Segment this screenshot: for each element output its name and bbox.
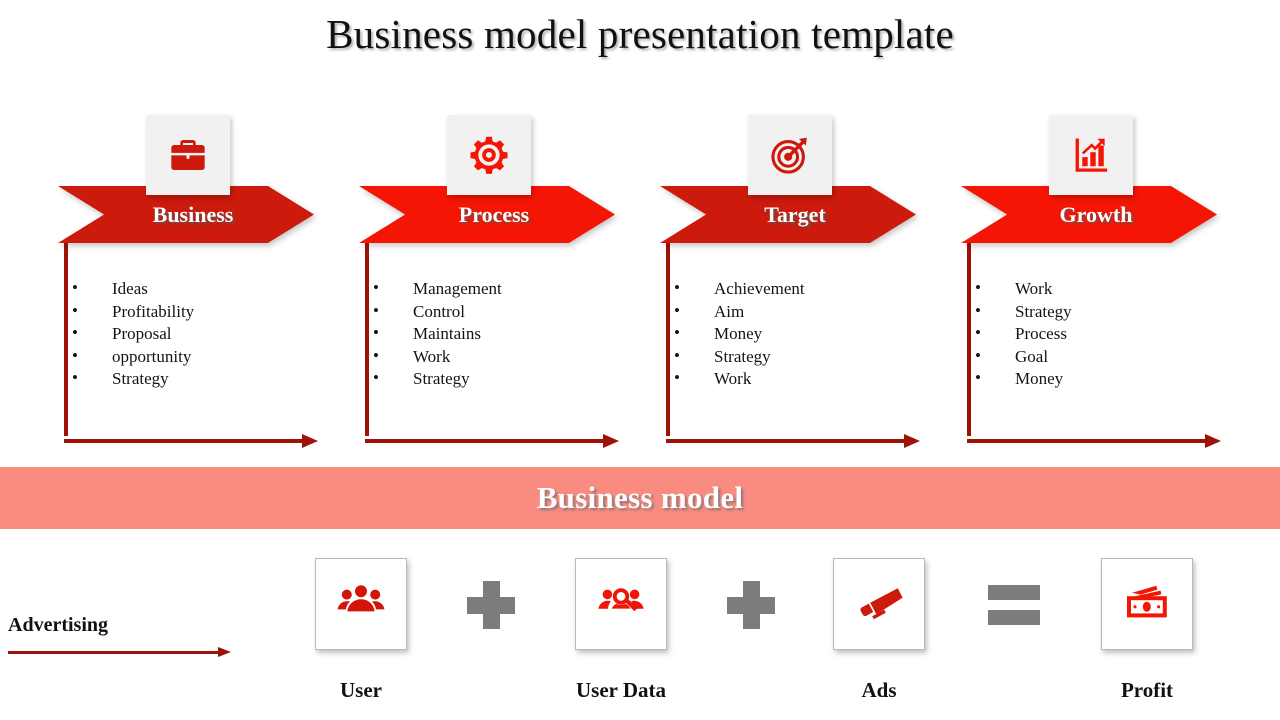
operator-plus-2 xyxy=(711,529,791,629)
process-steps: Business Ideas Profitability Proposal op… xyxy=(0,0,1280,462)
equation-item-profit[interactable]: Profit xyxy=(1097,529,1197,703)
slide: Business model presentation template Bus… xyxy=(0,0,1280,720)
step-target[interactable]: Target Achievement Aim Money Strategy Wo… xyxy=(660,0,962,462)
business-model-banner: Business model xyxy=(0,467,1280,529)
bracket-business xyxy=(64,243,320,448)
equals-icon xyxy=(988,585,1040,625)
equation-item-label: User xyxy=(340,678,382,702)
equation-item-ads[interactable]: Ads xyxy=(829,529,929,703)
bar-chart-growth-icon xyxy=(1049,115,1133,195)
bracket-process xyxy=(365,243,621,448)
equation-item-user[interactable]: User xyxy=(311,529,411,703)
user-search-icon xyxy=(575,558,667,650)
megaphone-icon xyxy=(833,558,925,650)
bracket-target xyxy=(666,243,922,448)
step-process[interactable]: Process Management Control Maintains Wor… xyxy=(359,0,661,462)
users-group-icon xyxy=(315,558,407,650)
equation-item-label: User Data xyxy=(575,678,666,702)
bracket-growth xyxy=(967,243,1223,448)
advertising-block: Advertising xyxy=(8,614,238,657)
plus-icon xyxy=(727,581,775,629)
banner-title: Business model xyxy=(536,480,744,515)
advertising-label: Advertising xyxy=(8,614,108,636)
operator-plus-1 xyxy=(451,529,531,629)
banknote-icon xyxy=(1101,558,1193,650)
equation-item-label: Profit xyxy=(1120,678,1174,702)
operator-equals xyxy=(974,529,1054,625)
plus-icon xyxy=(467,581,515,629)
advertising-arrow-icon xyxy=(8,647,231,657)
equation-item-user-data[interactable]: User Data xyxy=(571,529,671,703)
step-business[interactable]: Business Ideas Profitability Proposal op… xyxy=(58,0,360,462)
gear-icon xyxy=(447,115,531,195)
target-arrow-icon xyxy=(748,115,832,195)
equation-item-label: Ads xyxy=(861,678,897,702)
business-model-equation: Advertising User User Data Ads Profit xyxy=(0,529,1280,720)
briefcase-icon xyxy=(146,115,230,195)
step-growth[interactable]: Growth Work Strategy Process Goal Money xyxy=(961,0,1263,462)
